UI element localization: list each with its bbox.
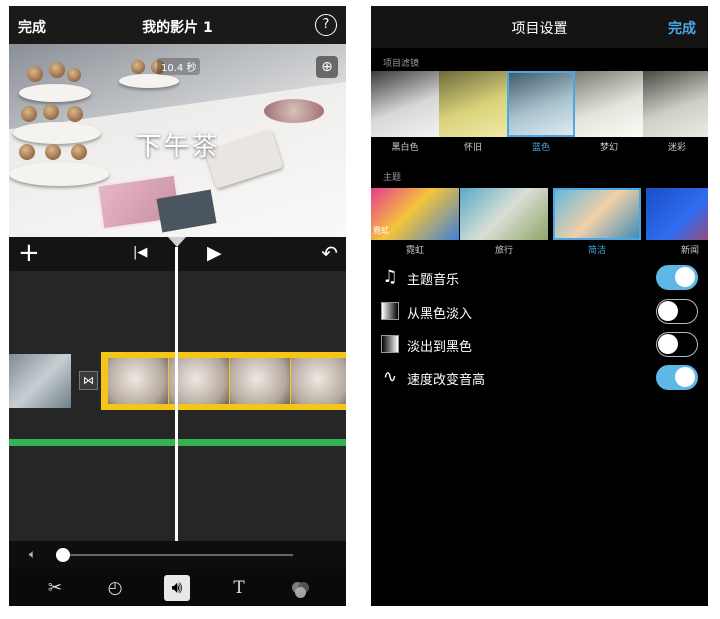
option-label: 从黑色淡入: [407, 307, 473, 322]
option-speed-pitch: ∿ 速度改变音高: [371, 361, 708, 394]
toggle-knob: [658, 334, 678, 354]
option-label: 淡出到黑色: [407, 340, 473, 355]
speaker-mute-icon[interactable]: 🔈︎: [29, 547, 36, 562]
filter-item-vintage[interactable]: 怀旧: [439, 71, 507, 153]
theme-thumbnail-news[interactable]: [646, 188, 708, 240]
clip-frame: [230, 358, 290, 404]
cupcake: [131, 60, 145, 74]
filter-thumbnail: [439, 71, 507, 137]
cupcake: [67, 106, 83, 122]
theme-label: 霓虹: [405, 246, 424, 256]
filter-label: 黑白色: [391, 143, 419, 153]
fade-in-from-black-icon: [381, 302, 399, 320]
volume-icon[interactable]: 🔊︎: [164, 575, 190, 601]
scissors-icon[interactable]: ✂: [42, 575, 68, 601]
text-icon[interactable]: T: [226, 575, 252, 601]
cake-stand: [19, 84, 91, 102]
toggle-knob: [675, 367, 695, 387]
project-title: 我的影片 1: [142, 20, 213, 36]
filter-label: 怀旧: [463, 143, 482, 153]
transition-icon[interactable]: ⋈: [79, 371, 98, 390]
theme-label: 简洁: [587, 246, 606, 256]
playhead[interactable]: [175, 247, 178, 541]
filter-list: 黑白色 怀旧 蓝色 梦幻 迷彩: [371, 71, 708, 153]
volume-slider[interactable]: [63, 554, 293, 556]
waveform-icon: ∿: [382, 367, 398, 387]
volume-controls: 🔈︎: [9, 541, 346, 569]
filter-thumbnail: [643, 71, 708, 137]
filter-thumbnail: [507, 71, 575, 137]
settings-done-button[interactable]: 完成: [668, 18, 696, 38]
selected-video-clip[interactable]: [101, 352, 346, 410]
cupcake: [43, 104, 59, 120]
video-caption: 下午茶: [135, 132, 220, 162]
theme-label: 旅行: [494, 246, 513, 256]
clip-frame: [291, 358, 346, 404]
cupcake: [67, 68, 81, 82]
cake-stand: [9, 162, 109, 186]
option-label: 主题音乐: [407, 273, 460, 288]
filter-circle: [295, 587, 306, 598]
cupcake: [21, 106, 37, 122]
option-theme-music: ♫ 主题音乐: [371, 261, 708, 294]
cupcake: [27, 66, 43, 82]
editor-screen: 完成 我的影片 1 ? 下午茶 10.4 秒 ⊕ + |◀ ▶ ↶ ⋈ 🔈︎ ✂…: [9, 6, 346, 606]
theme-thumbnail-travel[interactable]: [460, 188, 548, 240]
toggle-knob: [658, 301, 678, 321]
skip-to-start-icon[interactable]: |◀: [133, 245, 147, 260]
timeline[interactable]: + |◀ ▶ ↶ ⋈: [9, 237, 346, 541]
speed-icon[interactable]: ◴: [102, 575, 128, 601]
filter-label: 梦幻: [599, 143, 618, 153]
project-settings-screen: 项目设置 完成 项目滤镜 黑白色 怀旧 蓝色 梦幻 迷彩 主题 霓虹 霓虹 旅行…: [371, 6, 708, 606]
video-clip[interactable]: [9, 354, 71, 408]
filter-item-dreamy[interactable]: 梦幻: [575, 71, 643, 153]
theme-label: 新闻: [680, 246, 699, 256]
fade-out-toggle[interactable]: [656, 332, 698, 357]
theme-list: 霓虹 霓虹 旅行 简洁 新闻: [371, 188, 708, 256]
music-note-icon: ♫: [382, 267, 398, 287]
theme-thumbnail-simple[interactable]: [553, 188, 641, 240]
clip-frame: [108, 358, 168, 404]
clip-duration: 10.4 秒: [157, 58, 201, 75]
fade-out-to-black-icon: [381, 335, 399, 353]
option-fade-in: 从黑色淡入: [371, 295, 708, 328]
help-button[interactable]: ?: [315, 14, 337, 36]
add-media-button[interactable]: +: [18, 239, 40, 267]
filters-section-label: 项目滤镜: [383, 59, 420, 69]
filter-label: 迷彩: [667, 143, 686, 153]
speed-pitch-toggle[interactable]: [656, 365, 698, 390]
filter-item-bw[interactable]: 黑白色: [371, 71, 439, 153]
toggle-knob: [675, 267, 695, 287]
zoom-in-icon[interactable]: ⊕: [316, 56, 338, 78]
themes-section-label: 主题: [383, 173, 402, 183]
volume-slider-knob[interactable]: [56, 548, 70, 562]
edit-toolbar: ✂ ◴ 🔊︎ T: [9, 569, 346, 606]
fade-in-toggle[interactable]: [656, 299, 698, 324]
theme-music-toggle[interactable]: [656, 265, 698, 290]
filter-item-camo[interactable]: 迷彩: [643, 71, 708, 153]
play-icon[interactable]: ▶: [207, 242, 222, 264]
undo-icon[interactable]: ↶: [321, 241, 338, 265]
cake-stand: [119, 74, 179, 88]
plate: [264, 99, 324, 123]
theme-thumbnail-neon[interactable]: 霓虹: [371, 188, 459, 240]
option-label: 速度改变音高: [407, 373, 486, 388]
filter-icon[interactable]: [287, 575, 313, 601]
filter-thumbnail: [371, 71, 439, 137]
settings-title: 项目设置: [511, 21, 568, 37]
filter-item-blue[interactable]: 蓝色: [507, 71, 575, 153]
playhead-marker: [168, 237, 186, 247]
cupcake: [49, 62, 65, 78]
editor-top-bar: 完成 我的影片 1 ?: [9, 6, 346, 44]
option-fade-out: 淡出到黑色: [371, 328, 708, 361]
video-preview[interactable]: 下午茶 10.4 秒 ⊕: [9, 44, 346, 237]
clip-frame: [169, 358, 229, 404]
settings-header: 项目设置 完成: [371, 6, 708, 48]
filter-label: 蓝色: [531, 143, 550, 153]
filter-thumbnail: [575, 71, 643, 137]
theme-thumb-text: 霓虹: [373, 226, 389, 235]
